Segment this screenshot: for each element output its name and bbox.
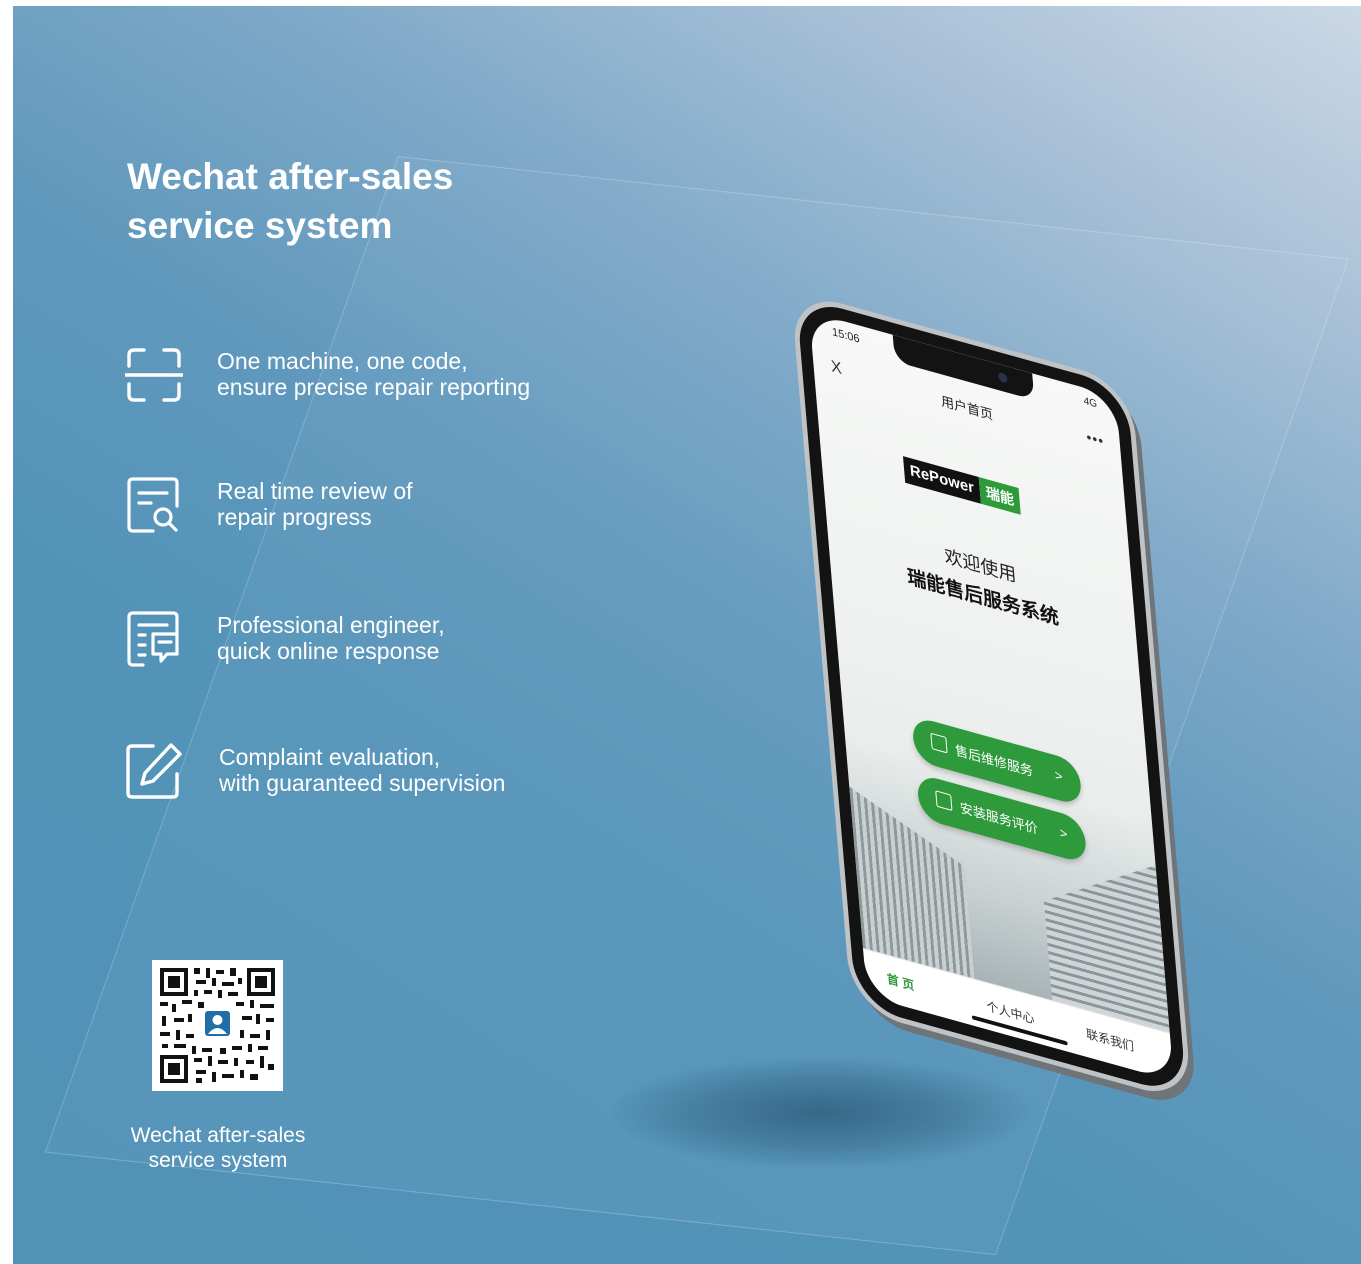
feature-item: Professional engineer, quick online resp… [125, 610, 625, 670]
tab-home[interactable]: 首 页 [886, 969, 915, 994]
camera-icon [997, 371, 1008, 384]
feature-item: Complaint evaluation, with guaranteed su… [125, 742, 625, 802]
edit-pen-icon [126, 743, 182, 799]
edit-icon [935, 790, 953, 812]
feature-text: One machine, one code, ensure precise re… [217, 348, 530, 400]
document-search-icon [127, 477, 179, 533]
feature-text: Real time review of repair progress [217, 478, 413, 530]
button-label: 售后维修服务 [954, 742, 1034, 780]
feature-item: Real time review of repair progress [125, 476, 625, 536]
feature-line-2: with guaranteed supervision [219, 770, 506, 796]
qr-caption: Wechat after-sales service system [103, 1123, 333, 1173]
repair-icon [930, 732, 948, 754]
phone-body: 15:06 4G X 用户首页 ••• RePower 瑞能 欢迎使用 瑞能售后… [796, 296, 1187, 1097]
qr-caption-line-2: service system [148, 1149, 288, 1172]
qr-code[interactable] [152, 960, 283, 1091]
page-title: Wechat after-sales service system [127, 152, 647, 250]
chevron-right-icon: > [1054, 766, 1064, 785]
qr-code-pattern [152, 960, 283, 1091]
feature-text: Professional engineer, quick online resp… [217, 612, 445, 664]
chevron-right-icon: > [1059, 824, 1068, 842]
feature-item: One machine, one code, ensure precise re… [125, 346, 625, 406]
status-network: 4G [1083, 395, 1098, 411]
document-chat-icon [127, 611, 179, 667]
title-line-2: service system [127, 205, 393, 246]
scan-frame-icon [125, 348, 183, 402]
qr-caption-line-1: Wechat after-sales [130, 1124, 306, 1147]
feature-line-2: ensure precise repair reporting [217, 374, 531, 400]
button-label: 安装服务评价 [959, 799, 1039, 837]
logo-text-en: RePower [902, 456, 982, 504]
feature-line-2: quick online response [217, 638, 440, 664]
status-time: 15:06 [831, 325, 861, 346]
tab-contact[interactable]: 联系我们 [1085, 1024, 1135, 1055]
phone-screen: 15:06 4G X 用户首页 ••• RePower 瑞能 欢迎使用 瑞能售后… [809, 311, 1174, 1082]
feature-line-2: repair progress [217, 504, 372, 530]
feature-line-1: One machine, one code, [217, 348, 468, 374]
feature-line-1: Complaint evaluation, [219, 744, 441, 770]
repower-logo: RePower 瑞能 [902, 456, 1021, 515]
logo-text-cn: 瑞能 [978, 477, 1021, 515]
title-line-1: Wechat after-sales [127, 156, 454, 197]
brochure-panel: Wechat after-sales service system One ma… [13, 6, 1361, 1264]
feature-text: Complaint evaluation, with guaranteed su… [219, 744, 505, 796]
feature-line-1: Professional engineer, [217, 612, 445, 638]
feature-line-1: Real time review of [217, 478, 413, 504]
